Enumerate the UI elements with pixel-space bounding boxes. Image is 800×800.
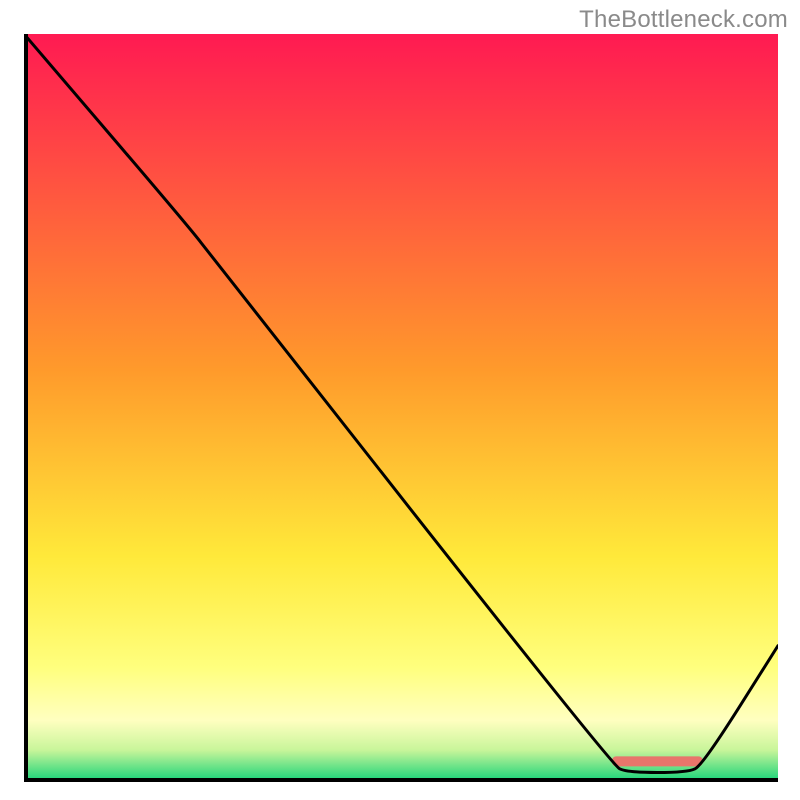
watermark-text: TheBottleneck.com — [579, 6, 788, 34]
gradient-background — [24, 34, 778, 780]
optimal-marker — [612, 756, 702, 766]
plot-svg — [24, 34, 778, 780]
plot-area — [24, 34, 778, 780]
y-axis — [24, 34, 28, 782]
bottleneck-chart: TheBottleneck.com — [0, 0, 800, 800]
x-axis — [24, 778, 778, 782]
